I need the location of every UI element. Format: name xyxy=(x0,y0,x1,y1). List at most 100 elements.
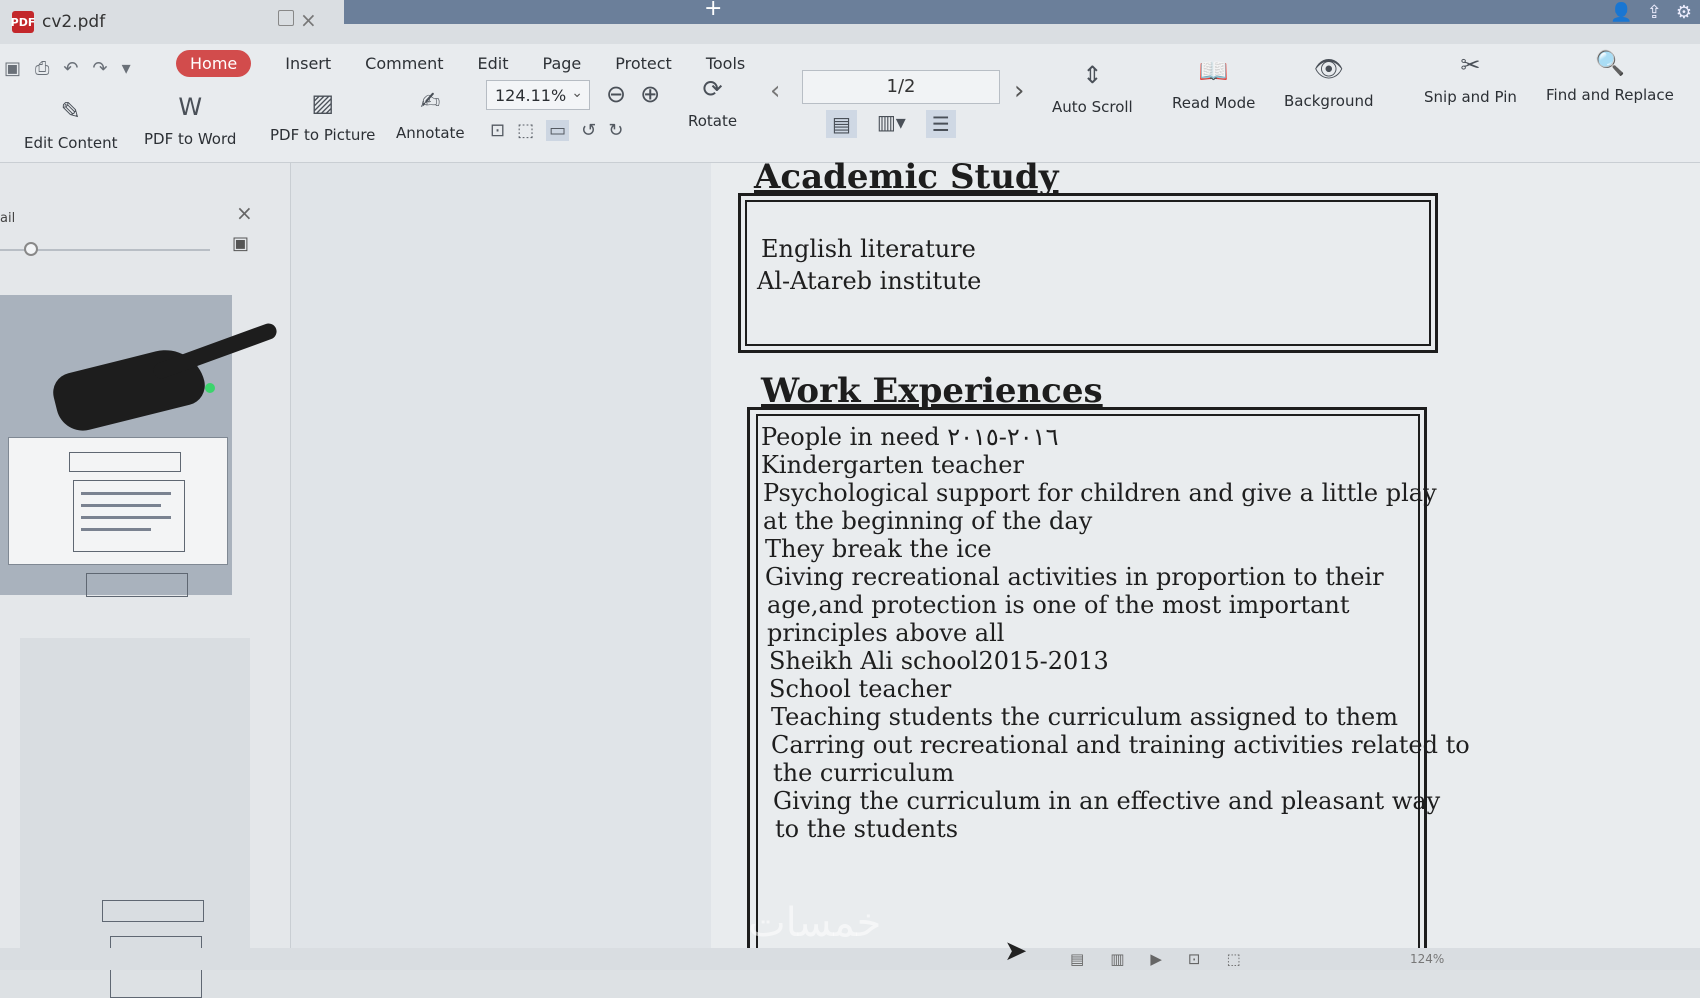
thumbnail-line xyxy=(81,504,161,507)
play-icon[interactable]: ▶ xyxy=(1150,950,1162,968)
thumbnail-box xyxy=(86,573,188,597)
pdf-file-icon: PDF xyxy=(11,11,35,33)
thumbnail-panel-title: ail xyxy=(0,211,16,226)
edit-content-button[interactable]: ✎ Edit Content xyxy=(24,94,117,152)
annotate-button[interactable]: ✍ Annotate xyxy=(396,84,465,142)
thumbnail-page-content xyxy=(8,437,228,565)
word-icon: W xyxy=(178,93,203,121)
thumbnail-line xyxy=(81,516,171,519)
next-page-icon[interactable]: › xyxy=(1014,76,1024,106)
book-icon: 📖 xyxy=(1198,57,1229,85)
view-mode-icons: ▤ ▥▾ ☰ xyxy=(826,110,956,138)
work-line: Teaching students the curriculum assigne… xyxy=(771,703,1398,731)
menu-home[interactable]: Home xyxy=(176,50,252,77)
edit-pencil-icon: ✎ xyxy=(60,97,81,125)
slider-handle[interactable] xyxy=(24,242,38,256)
annotate-icon: ✍ xyxy=(420,87,441,115)
actual-size-status-icon[interactable]: ⊡ xyxy=(1188,950,1201,968)
title-bar: PDF cv2.pdf × + 👤 ⇪ ⚙ xyxy=(0,0,1700,44)
read-mode-button[interactable]: 📖 Read Mode xyxy=(1172,54,1255,112)
menu-comment[interactable]: Comment xyxy=(365,54,443,73)
status-bar-icons: ▤ ▥ ▶ ⊡ ⬚ xyxy=(1070,950,1241,968)
watermark-text: خمسات xyxy=(748,900,882,946)
continuous-scroll-icon[interactable]: ☰ xyxy=(925,110,956,138)
pdf-to-picture-button[interactable]: ▨ PDF to Picture xyxy=(270,86,375,144)
status-zoom-value: 124% xyxy=(1410,952,1445,966)
actual-size-icon[interactable]: ⊡ xyxy=(490,120,505,141)
zoom-buttons: ⊖ ⊕ xyxy=(606,80,660,108)
menu-insert[interactable]: Insert xyxy=(285,54,331,73)
work-line: Psychological support for children and g… xyxy=(763,479,1437,507)
page-thumbnail-2[interactable] xyxy=(20,638,250,998)
tab-strip: + 👤 ⇪ ⚙ xyxy=(344,0,1700,24)
rotate-label: Rotate xyxy=(688,112,738,130)
thumbnail-line xyxy=(81,492,171,495)
rotate-right-icon[interactable]: ↻ xyxy=(608,120,623,141)
two-page-icon[interactable]: ▥▾ xyxy=(877,110,906,138)
menu-protect[interactable]: Protect xyxy=(615,54,672,73)
single-page-icon[interactable]: ▤ xyxy=(826,110,857,138)
settings-icon[interactable]: ⚙ xyxy=(1676,2,1692,23)
pdf-to-word-label: PDF to Word xyxy=(144,130,237,148)
share-icon[interactable]: ⇪ xyxy=(1647,2,1662,23)
ribbon-toolbar: ▣ ⎙ ↶ ↷ ▾ Home Insert Comment Edit Page … xyxy=(0,44,1700,163)
close-panel-icon[interactable]: × xyxy=(236,201,253,225)
fit-width-icon[interactable]: ▭ xyxy=(546,120,570,141)
rotate-icon: ⟳ xyxy=(702,75,723,103)
eye-icon: 👁 xyxy=(1313,55,1344,83)
thumbnail-box xyxy=(69,452,181,472)
work-line: Carring out recreational and training ac… xyxy=(771,731,1470,759)
save-icon[interactable]: ▣ xyxy=(4,58,21,79)
single-page-view-icon[interactable]: ▤ xyxy=(1070,950,1084,968)
main-menu: Home Insert Comment Edit Page Protect To… xyxy=(176,50,745,77)
rotate-button[interactable]: ⟳ Rotate xyxy=(688,72,737,130)
previous-page-icon[interactable]: ‹ xyxy=(770,76,780,106)
work-line: Giving the curriculum in an effective an… xyxy=(773,787,1441,815)
work-experiences-heading: Work Experiences xyxy=(761,371,1103,411)
account-icon[interactable]: 👤 xyxy=(1610,2,1632,23)
double-page-view-icon[interactable]: ▥ xyxy=(1110,950,1124,968)
rotate-left-icon[interactable]: ↺ xyxy=(581,120,596,141)
read-mode-label: Read Mode xyxy=(1172,94,1256,112)
academic-line: Al-Atareb institute xyxy=(757,267,982,295)
undo-icon[interactable]: ↶ xyxy=(63,58,78,79)
close-tab-icon[interactable]: × xyxy=(300,8,317,32)
work-line: Kindergarten teacher xyxy=(761,451,1024,479)
menu-page[interactable]: Page xyxy=(543,54,582,73)
zoom-in-icon[interactable]: ⊕ xyxy=(640,80,660,108)
picture-icon: ▨ xyxy=(311,89,335,117)
customize-dropdown-icon[interactable]: ▾ xyxy=(122,58,131,79)
menu-edit[interactable]: Edit xyxy=(478,54,509,73)
zoom-out-icon[interactable]: ⊖ xyxy=(606,80,626,108)
window-controls: 👤 ⇪ ⚙ xyxy=(1610,2,1692,23)
chevron-down-icon: ⌄ xyxy=(571,85,583,101)
print-icon[interactable]: ⎙ xyxy=(35,58,49,79)
auto-scroll-button[interactable]: ⇕ Auto Scroll xyxy=(1052,58,1133,116)
pdf-to-word-button[interactable]: W PDF to Word xyxy=(144,90,236,148)
find-and-replace-label: Find and Replace xyxy=(1546,86,1674,104)
work-line: the curriculum xyxy=(773,759,955,787)
thumbnail-line xyxy=(81,528,151,531)
redo-icon[interactable]: ↷ xyxy=(93,58,108,79)
snip-and-pin-button[interactable]: ✂ Snip and Pin xyxy=(1424,48,1517,106)
work-line: principles above all xyxy=(767,619,1005,647)
work-line: to the students xyxy=(775,815,959,843)
pdf-page: Academic Study English literature Al-Ata… xyxy=(711,157,1700,970)
image-view-icon[interactable]: ▣ xyxy=(232,233,249,254)
work-line: Sheikh Ali school2015-2013 xyxy=(769,647,1109,675)
menu-tools[interactable]: Tools xyxy=(706,54,745,73)
snip-and-pin-label: Snip and Pin xyxy=(1424,88,1517,106)
annotate-label: Annotate xyxy=(396,124,465,142)
background-label: Background xyxy=(1284,92,1374,110)
zoom-value: 124.11% xyxy=(495,85,567,105)
page-thumbnail-1[interactable] xyxy=(0,295,232,597)
page-number-input[interactable]: 1/2 xyxy=(802,70,1000,104)
document-viewer[interactable]: Academic Study English literature Al-Ata… xyxy=(291,157,1700,970)
background-button[interactable]: 👁 Background xyxy=(1284,52,1374,110)
find-and-replace-button[interactable]: 🔍 Find and Replace xyxy=(1546,46,1674,104)
fit-page-status-icon[interactable]: ⬚ xyxy=(1227,950,1241,968)
zoom-select[interactable]: 124.11% ⌄ xyxy=(486,80,590,110)
pin-tab-icon[interactable] xyxy=(278,10,294,26)
new-tab-icon[interactable]: + xyxy=(704,0,722,21)
fit-page-icon[interactable]: ⬚ xyxy=(517,120,534,141)
